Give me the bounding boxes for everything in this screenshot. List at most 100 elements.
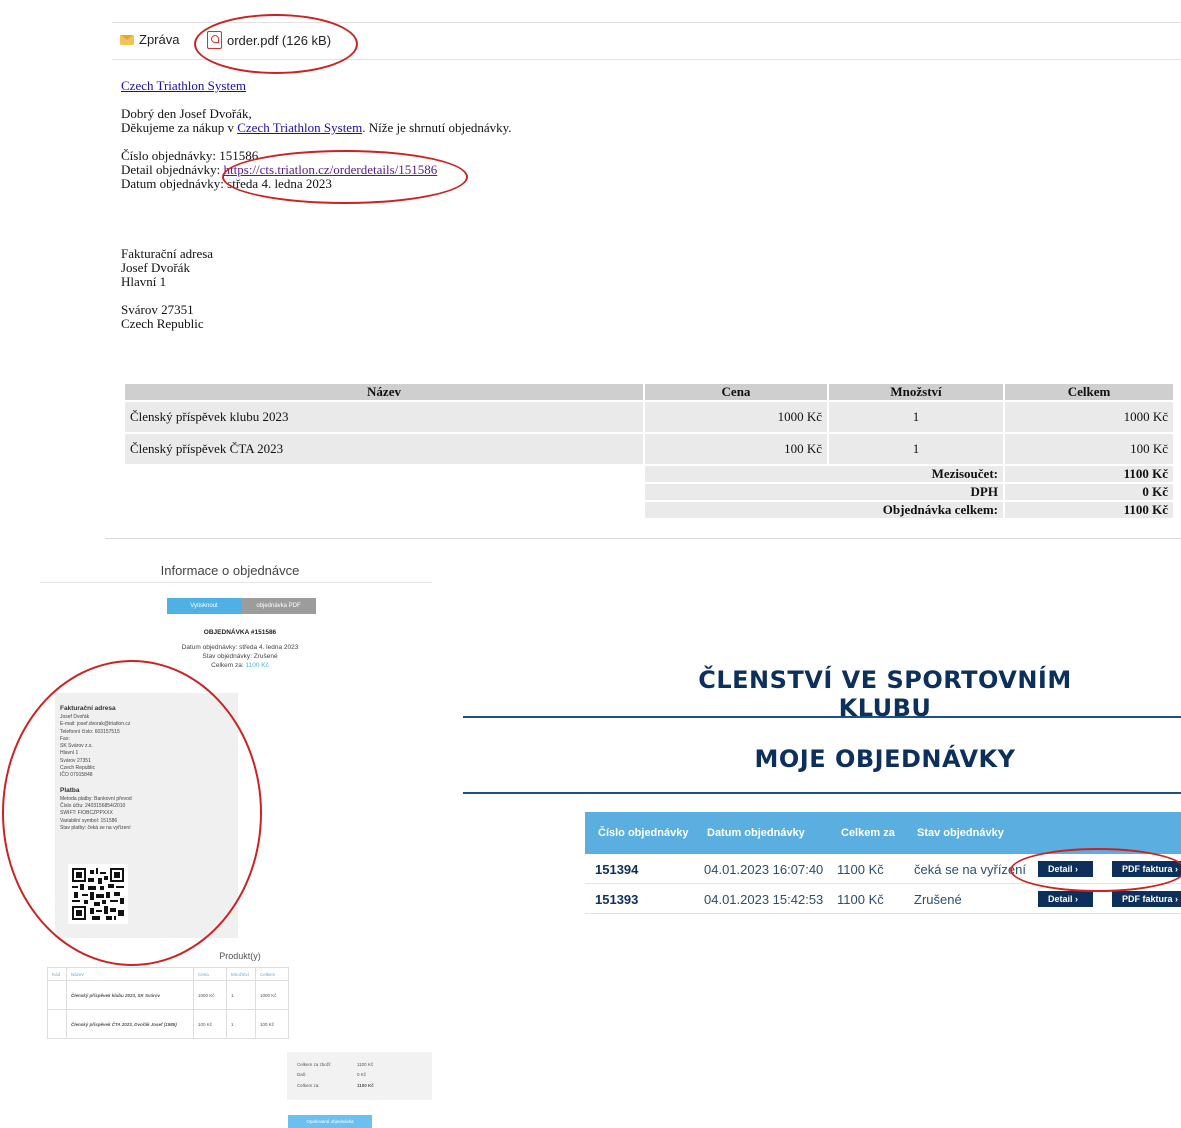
annotation-circle (222, 150, 468, 204)
col-name: Název (125, 384, 643, 400)
divider (463, 716, 1181, 718)
item-price: 100 Kč (645, 434, 827, 464)
item-total: 100 Kč (1005, 434, 1173, 464)
col-code: Kód (47, 967, 67, 981)
order-date: Datum objednávky: středa 4. ledna 2023 (181, 644, 299, 651)
order-date: 04.01.2023 16:07:40 (704, 862, 824, 877)
detail-label: Detail (1048, 894, 1073, 904)
col-name: Název (66, 967, 194, 981)
tab-message-label: Zpráva (139, 32, 180, 47)
subtotal-label: Mezisoučet: (645, 466, 1003, 482)
subtotal-row: Mezisoučet: 1100 Kč (125, 466, 1173, 482)
total-label: Objednávka celkem: (645, 502, 1003, 518)
detail-button[interactable]: Detail › (1038, 891, 1093, 907)
my-orders-heading: MOJE OBJEDNÁVKY (754, 745, 1016, 773)
divider (463, 792, 1181, 794)
table-row: Členský příspěvek ČTA 2023, Dvořák Josef… (47, 1009, 289, 1039)
totals-value: 0 Kč (357, 1072, 367, 1077)
order-total-label: Celkem za: (211, 662, 246, 669)
totals-panel: Celkem za zboží: 1100 Kč Daň: 0 Kč Celkem … (287, 1052, 432, 1100)
totals-label: Celkem za zboží: (297, 1062, 332, 1067)
thanks-text: Děkujeme za nákup v (121, 120, 238, 135)
annotation-circle (1010, 848, 1181, 892)
billing-city: Svárov 27351 (121, 302, 194, 317)
totals-value: 1100 Kč (357, 1083, 374, 1088)
order-number-label: Číslo objednávky: (121, 148, 220, 163)
annotation-circle (2, 660, 262, 966)
pdf-invoice-label: PDF faktura (1122, 894, 1173, 904)
item-qty: 1 (829, 402, 1003, 432)
order-detail-label: Detail objednávky: (121, 162, 224, 177)
order-date: 04.01.2023 15:42:53 (704, 892, 824, 907)
info-title: Informace o objednávce (160, 563, 300, 578)
totals-label: Daň: (297, 1072, 307, 1077)
tax-value: 0 Kč (1005, 484, 1173, 500)
col-total: Celkem (255, 967, 289, 981)
item-total: 1000 Kč (1005, 402, 1173, 432)
col-qty: Množství (226, 967, 256, 981)
order-id: 151394 (595, 862, 639, 877)
item-name: Členský příspěvek ČTA 2023 (125, 434, 643, 464)
billing-title: Fakturační adresa (121, 246, 214, 261)
total-value: 1100 Kč (1005, 502, 1173, 518)
greeting: Dobrý den Josef Dvořák, (121, 106, 252, 121)
product-name: Členský příspěvek ČTA 2023, Dvořák Josef… (66, 1009, 194, 1039)
email-body: Czech Triathlon System Dobrý den Josef D… (121, 79, 512, 331)
order-total: 1100 Kč (837, 862, 884, 877)
product-code (47, 1009, 67, 1039)
divider (40, 582, 432, 583)
col-price: Cena (193, 967, 227, 981)
order-heading: OBJEDNÁVKA #151586 (203, 629, 277, 636)
table-row: Členský příspěvek klubu 2023 1000 Kč 1 1… (125, 402, 1173, 432)
order-summary-table: Název Cena Množství Celkem Členský přísp… (123, 382, 1175, 520)
order-total-value: 1100 Kč (245, 662, 269, 669)
product-price: 1000 Kč (193, 980, 227, 1010)
totals-label: Celkem za: (297, 1083, 320, 1088)
order-id: 151393 (595, 892, 639, 907)
product-qty: 1 (226, 1009, 256, 1039)
order-status: Zrušené (914, 892, 962, 907)
totals-value: 1100 Kč (357, 1062, 374, 1067)
col-order-number: Číslo objednávky (598, 827, 689, 839)
membership-heading: ČLENSTVÍ VE SPORTOVNÍM KLUBU (698, 666, 1072, 722)
product-qty: 1 (226, 980, 256, 1010)
product-price: 100 Kč (193, 1009, 227, 1039)
products-title: Produkt(y) (219, 951, 261, 961)
repeat-order-button[interactable]: Opakovaná objednávka (288, 1115, 372, 1128)
pdf-order-button[interactable]: objednávka PDF (241, 598, 316, 614)
item-price: 1000 Kč (645, 402, 827, 432)
col-price: Cena (645, 384, 827, 400)
product-total: 1000 Kč (255, 980, 289, 1010)
item-name: Členský příspěvek klubu 2023 (125, 402, 643, 432)
order-date-label: Datum objednávky: (121, 176, 228, 191)
billing-country: Czech Republic (121, 316, 204, 331)
tax-label: DPH (645, 484, 1003, 500)
col-order-date: Datum objednávky (707, 827, 805, 839)
thanks-line: Děkujeme za nákup v Czech Triathlon Syst… (121, 121, 512, 135)
annotation-circle (194, 14, 358, 74)
table-row: Členský příspěvek klubu 2023, SK Svárov … (47, 980, 289, 1010)
products-table: Kód Název Cena Množství Celkem Členský p… (47, 967, 289, 1039)
col-qty: Množství (829, 384, 1003, 400)
thanks-text-end: . Níže je shrnutí objednávky. (362, 120, 512, 135)
col-total: Celkem za (841, 827, 895, 839)
print-button[interactable]: Vytisknout (167, 598, 241, 614)
brand-link[interactable]: Czech Triathlon System (121, 78, 246, 93)
thanks-brand-link[interactable]: Czech Triathlon System (237, 120, 362, 135)
item-qty: 1 (829, 434, 1003, 464)
billing-street: Hlavní 1 (121, 274, 167, 289)
divider (105, 538, 1181, 539)
tab-message[interactable]: Zpráva (120, 32, 179, 47)
pdf-invoice-button[interactable]: PDF faktura › (1112, 891, 1181, 907)
tax-row: DPH 0 Kč (125, 484, 1173, 500)
product-total: 100 Kč (255, 1009, 289, 1039)
total-row: Objednávka celkem: 1100 Kč (125, 502, 1173, 518)
order-status: Stav objednávky: Zrušené (202, 653, 278, 660)
col-status: Stav objednávky (917, 827, 1004, 839)
table-row: Členský příspěvek ČTA 2023 100 Kč 1 100 … (125, 434, 1173, 464)
billing-name: Josef Dvořák (121, 260, 190, 275)
subtotal-value: 1100 Kč (1005, 466, 1173, 482)
order-header: OBJEDNÁVKA #151586 Datum objednávky: stř… (150, 628, 330, 670)
product-name: Členský příspěvek klubu 2023, SK Svárov (66, 980, 194, 1010)
col-total: Celkem (1005, 384, 1173, 400)
